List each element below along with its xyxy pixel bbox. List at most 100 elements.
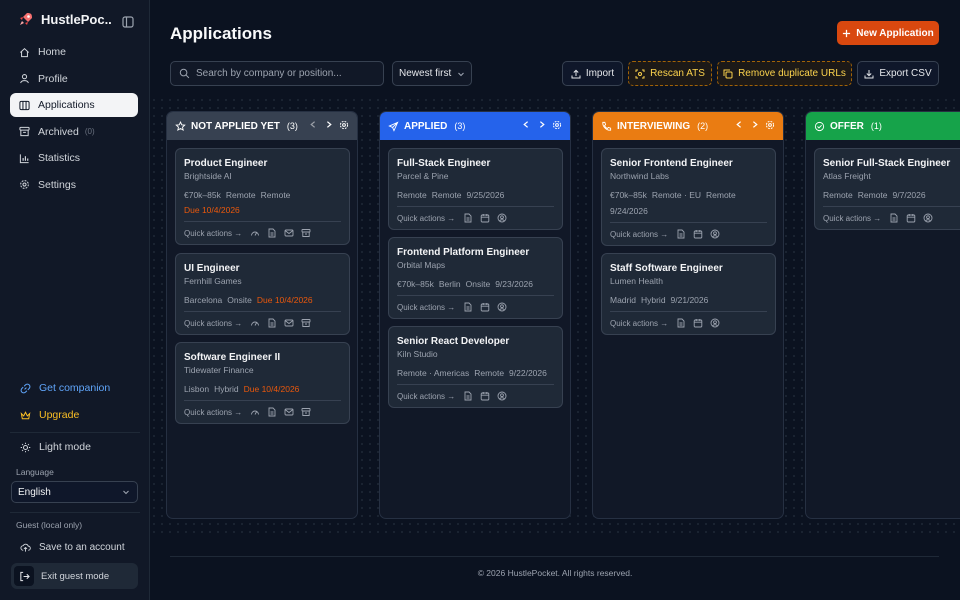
- sidebar-item-label: Profile: [38, 72, 68, 85]
- document-icon[interactable]: [889, 213, 899, 223]
- document-icon[interactable]: [267, 228, 277, 238]
- sidebar-item-profile[interactable]: Profile: [10, 67, 138, 91]
- application-card[interactable]: Software Engineer II Tidewater Finance Lis…: [175, 342, 350, 424]
- export-csv-button[interactable]: Export CSV: [857, 61, 939, 86]
- language-select[interactable]: English: [11, 481, 138, 503]
- sidebar-collapse-icon[interactable]: [122, 16, 134, 28]
- sidebar-item-home[interactable]: Home: [10, 40, 138, 64]
- mail-icon[interactable]: [284, 318, 294, 328]
- card-title: UI Engineer: [184, 263, 240, 274]
- chevron-right-icon[interactable]: [537, 120, 546, 129]
- quick-actions-label[interactable]: Quick actions →: [397, 214, 455, 223]
- archive-icon[interactable]: [301, 318, 311, 328]
- application-card[interactable]: Senior Full-Stack Engineer Atlas Freight R…: [814, 148, 960, 230]
- application-card[interactable]: Product Engineer Brightside AI €70k–85k Rem…: [175, 148, 350, 245]
- document-icon[interactable]: [463, 213, 473, 223]
- calendar-icon[interactable]: [693, 318, 703, 328]
- document-icon[interactable]: [676, 318, 686, 328]
- contact-icon[interactable]: [923, 213, 933, 223]
- application-card[interactable]: Senior Frontend Engineer Northwind Labs €7…: [601, 148, 776, 246]
- document-icon[interactable]: [676, 229, 686, 239]
- light-mode-toggle[interactable]: Light mode: [20, 441, 91, 453]
- column-controls: [309, 120, 349, 130]
- mail-icon[interactable]: [284, 228, 294, 238]
- calendar-icon[interactable]: [480, 213, 490, 223]
- save-account-link[interactable]: Save to an account: [20, 542, 125, 553]
- sort-value: Newest first: [399, 68, 452, 79]
- card-quick-actions: Quick actions →: [397, 207, 554, 229]
- gauge-icon[interactable]: [250, 228, 260, 238]
- application-card[interactable]: Staff Software Engineer Lumen Health Madri…: [601, 253, 776, 335]
- remove-duplicates-button[interactable]: Remove duplicate URLs: [717, 61, 852, 86]
- quick-actions-label[interactable]: Quick actions →: [397, 303, 455, 312]
- archive-icon[interactable]: [301, 407, 311, 417]
- sidebar-item-archived[interactable]: Archived (0): [10, 120, 138, 144]
- gear-icon[interactable]: [339, 120, 349, 130]
- card-company: Fernhill Games: [184, 276, 242, 286]
- card-meta: Madrid Hybrid 9/21/2026: [610, 293, 767, 307]
- upgrade-link[interactable]: Upgrade: [20, 409, 79, 421]
- application-card[interactable]: UI Engineer Fernhill Games Barcelona Onsite…: [175, 253, 350, 335]
- gear-icon[interactable]: [552, 120, 562, 130]
- quick-actions-label[interactable]: Quick actions →: [610, 230, 668, 239]
- gauge-icon[interactable]: [250, 407, 260, 417]
- exit-guest-label: Exit guest mode: [41, 570, 110, 582]
- exit-guest-button[interactable]: Exit guest mode: [11, 563, 138, 589]
- contact-icon[interactable]: [497, 391, 507, 401]
- card-company: Lumen Health: [610, 276, 663, 286]
- quick-actions-label[interactable]: Quick actions →: [184, 319, 242, 328]
- document-icon[interactable]: [267, 318, 277, 328]
- chevron-left-icon[interactable]: [309, 120, 318, 129]
- chevron-right-icon[interactable]: [750, 120, 759, 129]
- sidebar-item-applications[interactable]: Applications: [10, 93, 138, 118]
- calendar-icon[interactable]: [693, 229, 703, 239]
- card-meta-item: €70k–85k: [184, 190, 221, 200]
- chevron-left-icon[interactable]: [735, 120, 744, 129]
- card-quick-actions: Quick actions →: [184, 222, 341, 244]
- quick-actions-label[interactable]: Quick actions →: [823, 214, 881, 223]
- contact-icon[interactable]: [710, 229, 720, 239]
- contact-icon[interactable]: [497, 213, 507, 223]
- application-card[interactable]: Frontend Platform Engineer Orbital Maps €7…: [388, 237, 563, 319]
- column-count: (3): [454, 121, 466, 131]
- contact-icon[interactable]: [710, 318, 720, 328]
- import-button[interactable]: Import: [562, 61, 623, 86]
- sidebar-item-settings[interactable]: Settings: [10, 173, 138, 197]
- quick-actions-label[interactable]: Quick actions →: [184, 408, 242, 417]
- brand[interactable]: HustlePoc...: [18, 11, 111, 27]
- column-header: INTERVIEWING (2): [593, 112, 783, 140]
- chevron-left-icon[interactable]: [522, 120, 531, 129]
- card-quick-actions: Quick actions →: [823, 207, 960, 229]
- page-title: Applications: [170, 24, 273, 43]
- send-icon: [388, 120, 399, 132]
- calendar-icon[interactable]: [480, 391, 490, 401]
- sidebar-item-statistics[interactable]: Statistics: [10, 146, 138, 170]
- quick-actions-label[interactable]: Quick actions →: [610, 319, 668, 328]
- column-controls: [522, 120, 562, 130]
- archive-icon[interactable]: [301, 228, 311, 238]
- document-icon[interactable]: [463, 391, 473, 401]
- application-card[interactable]: Senior React Developer Kiln Studio Remote …: [388, 326, 563, 408]
- new-application-button[interactable]: New Application: [837, 21, 939, 45]
- card-meta-item: Remote: [706, 190, 736, 200]
- calendar-icon[interactable]: [480, 302, 490, 312]
- sort-select[interactable]: Newest first: [392, 61, 472, 86]
- calendar-icon[interactable]: [906, 213, 916, 223]
- document-icon[interactable]: [463, 302, 473, 312]
- remove-duplicates-label: Remove duplicate URLs: [738, 68, 846, 79]
- chevron-right-icon[interactable]: [324, 120, 333, 129]
- mail-icon[interactable]: [284, 407, 294, 417]
- document-icon[interactable]: [267, 407, 277, 417]
- quick-actions-label[interactable]: Quick actions →: [184, 229, 242, 238]
- card-quick-actions: Quick actions →: [610, 312, 767, 334]
- search-icon: [179, 68, 190, 79]
- rescan-ats-button[interactable]: Rescan ATS: [628, 61, 712, 86]
- gauge-icon[interactable]: [250, 318, 260, 328]
- contact-icon[interactable]: [497, 302, 507, 312]
- application-card[interactable]: Full-Stack Engineer Parcel & Pine Remote Re…: [388, 148, 563, 230]
- quick-actions-label[interactable]: Quick actions →: [397, 392, 455, 401]
- search-input[interactable]: [196, 68, 376, 79]
- gear-icon[interactable]: [765, 120, 775, 130]
- get-companion-link[interactable]: Get companion: [20, 382, 110, 394]
- card-meta: Remote Remote 9/7/2026: [823, 188, 960, 202]
